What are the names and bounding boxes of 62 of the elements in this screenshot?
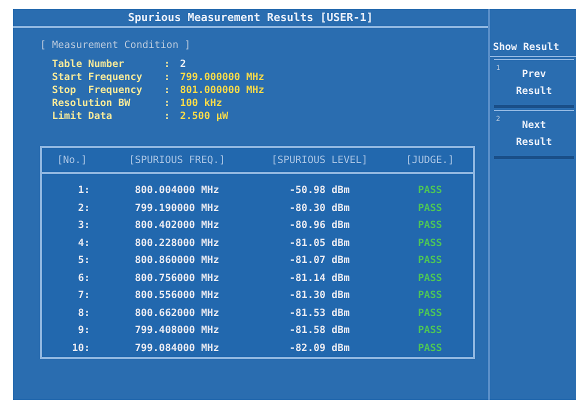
table-cell-text: 799.408000 MHz (134, 325, 220, 336)
table-cell-text: -81.14 dBm (288, 272, 351, 284)
condition-label: Start Frequency (52, 72, 144, 83)
table-cell-text: 800.662000 MHz (134, 308, 220, 319)
table-cell-text: 800.004000 MHz (134, 185, 220, 196)
judge-cell-text: PASS (416, 308, 444, 319)
table-cell-text: -81.30 dBm (288, 290, 351, 302)
condition-label: Limit Data (52, 111, 114, 122)
column-header: [SPURIOUS LEVEL] (270, 154, 369, 166)
table-cell-text: 1: (76, 185, 91, 196)
table-cell-text: 800.756000 MHz (134, 272, 220, 284)
table-cell-text: 9: (76, 325, 91, 336)
table-cell-text: -82.09 dBm (288, 342, 351, 354)
separator: : (164, 98, 172, 109)
section-heading: [ Measurement Condition ] (40, 40, 192, 51)
table-cell-text: 7: (76, 290, 91, 302)
table-cell-text: 5: (76, 255, 91, 266)
table-cell-text: 800.402000 MHz (134, 220, 220, 232)
judge-cell-text: PASS (416, 202, 444, 214)
table-cell-text: 800.228000 MHz (134, 238, 220, 249)
table-cell-text: 799.084000 MHz (134, 342, 220, 354)
table-cell-text: 4: (76, 238, 91, 249)
judge-cell-text: PASS (416, 325, 444, 336)
table-cell-text: 799.190000 MHz (134, 202, 220, 214)
table-cell-text: -81.58 dBm (288, 325, 351, 336)
table-cell-text: -80.30 dBm (288, 202, 351, 214)
table-cell-text: 10: (70, 342, 91, 354)
condition-label: Resolution BW (52, 98, 132, 109)
judge-cell-text: PASS (416, 220, 444, 232)
judge-cell-text: PASS (416, 255, 444, 266)
column-header: [No.] (56, 154, 88, 166)
condition-value: 2.500 µW (180, 111, 230, 122)
condition-value: 100 kHz (180, 98, 224, 109)
table-cell-text: -80.96 dBm (288, 220, 351, 232)
window-title: Spurious Measurement Results [USER-1] (13, 9, 488, 28)
judge-cell-text: PASS (416, 290, 444, 302)
condition-label: Stop Frequency (52, 85, 144, 96)
table-cell-text: 3: (76, 220, 91, 232)
table-cell-text: 2: (76, 202, 91, 214)
table-cell-text: -50.98 dBm (288, 185, 351, 196)
table-cell-text: -81.07 dBm (288, 255, 351, 266)
judge-cell-text: PASS (416, 342, 444, 354)
separator: : (164, 85, 172, 96)
table-cell-text: 800.860000 MHz (134, 255, 220, 266)
condition-label: Table Number (52, 59, 126, 70)
column-header: [SPURIOUS FREQ.] (128, 154, 226, 166)
condition-value: 2 (180, 59, 188, 70)
table-cell-text: 8: (76, 308, 91, 319)
table-cell-text: 6: (76, 272, 91, 284)
condition-value: 801.000000 MHz (180, 85, 266, 96)
table-cell-text: 800.556000 MHz (134, 290, 220, 302)
menu-title: Show Result (490, 39, 576, 57)
judge-cell-text: PASS (416, 185, 444, 196)
separator: : (164, 59, 172, 70)
judge-cell-text: PASS (416, 272, 444, 284)
table-cell-text: -81.05 dBm (288, 238, 351, 249)
table-cell-text: -81.53 dBm (288, 308, 351, 319)
column-header: [JUDGE.] (404, 154, 456, 166)
judge-cell-text: PASS (416, 238, 444, 249)
separator: : (164, 72, 172, 83)
condition-value: 799.000000 MHz (180, 72, 266, 83)
separator: : (164, 111, 172, 122)
